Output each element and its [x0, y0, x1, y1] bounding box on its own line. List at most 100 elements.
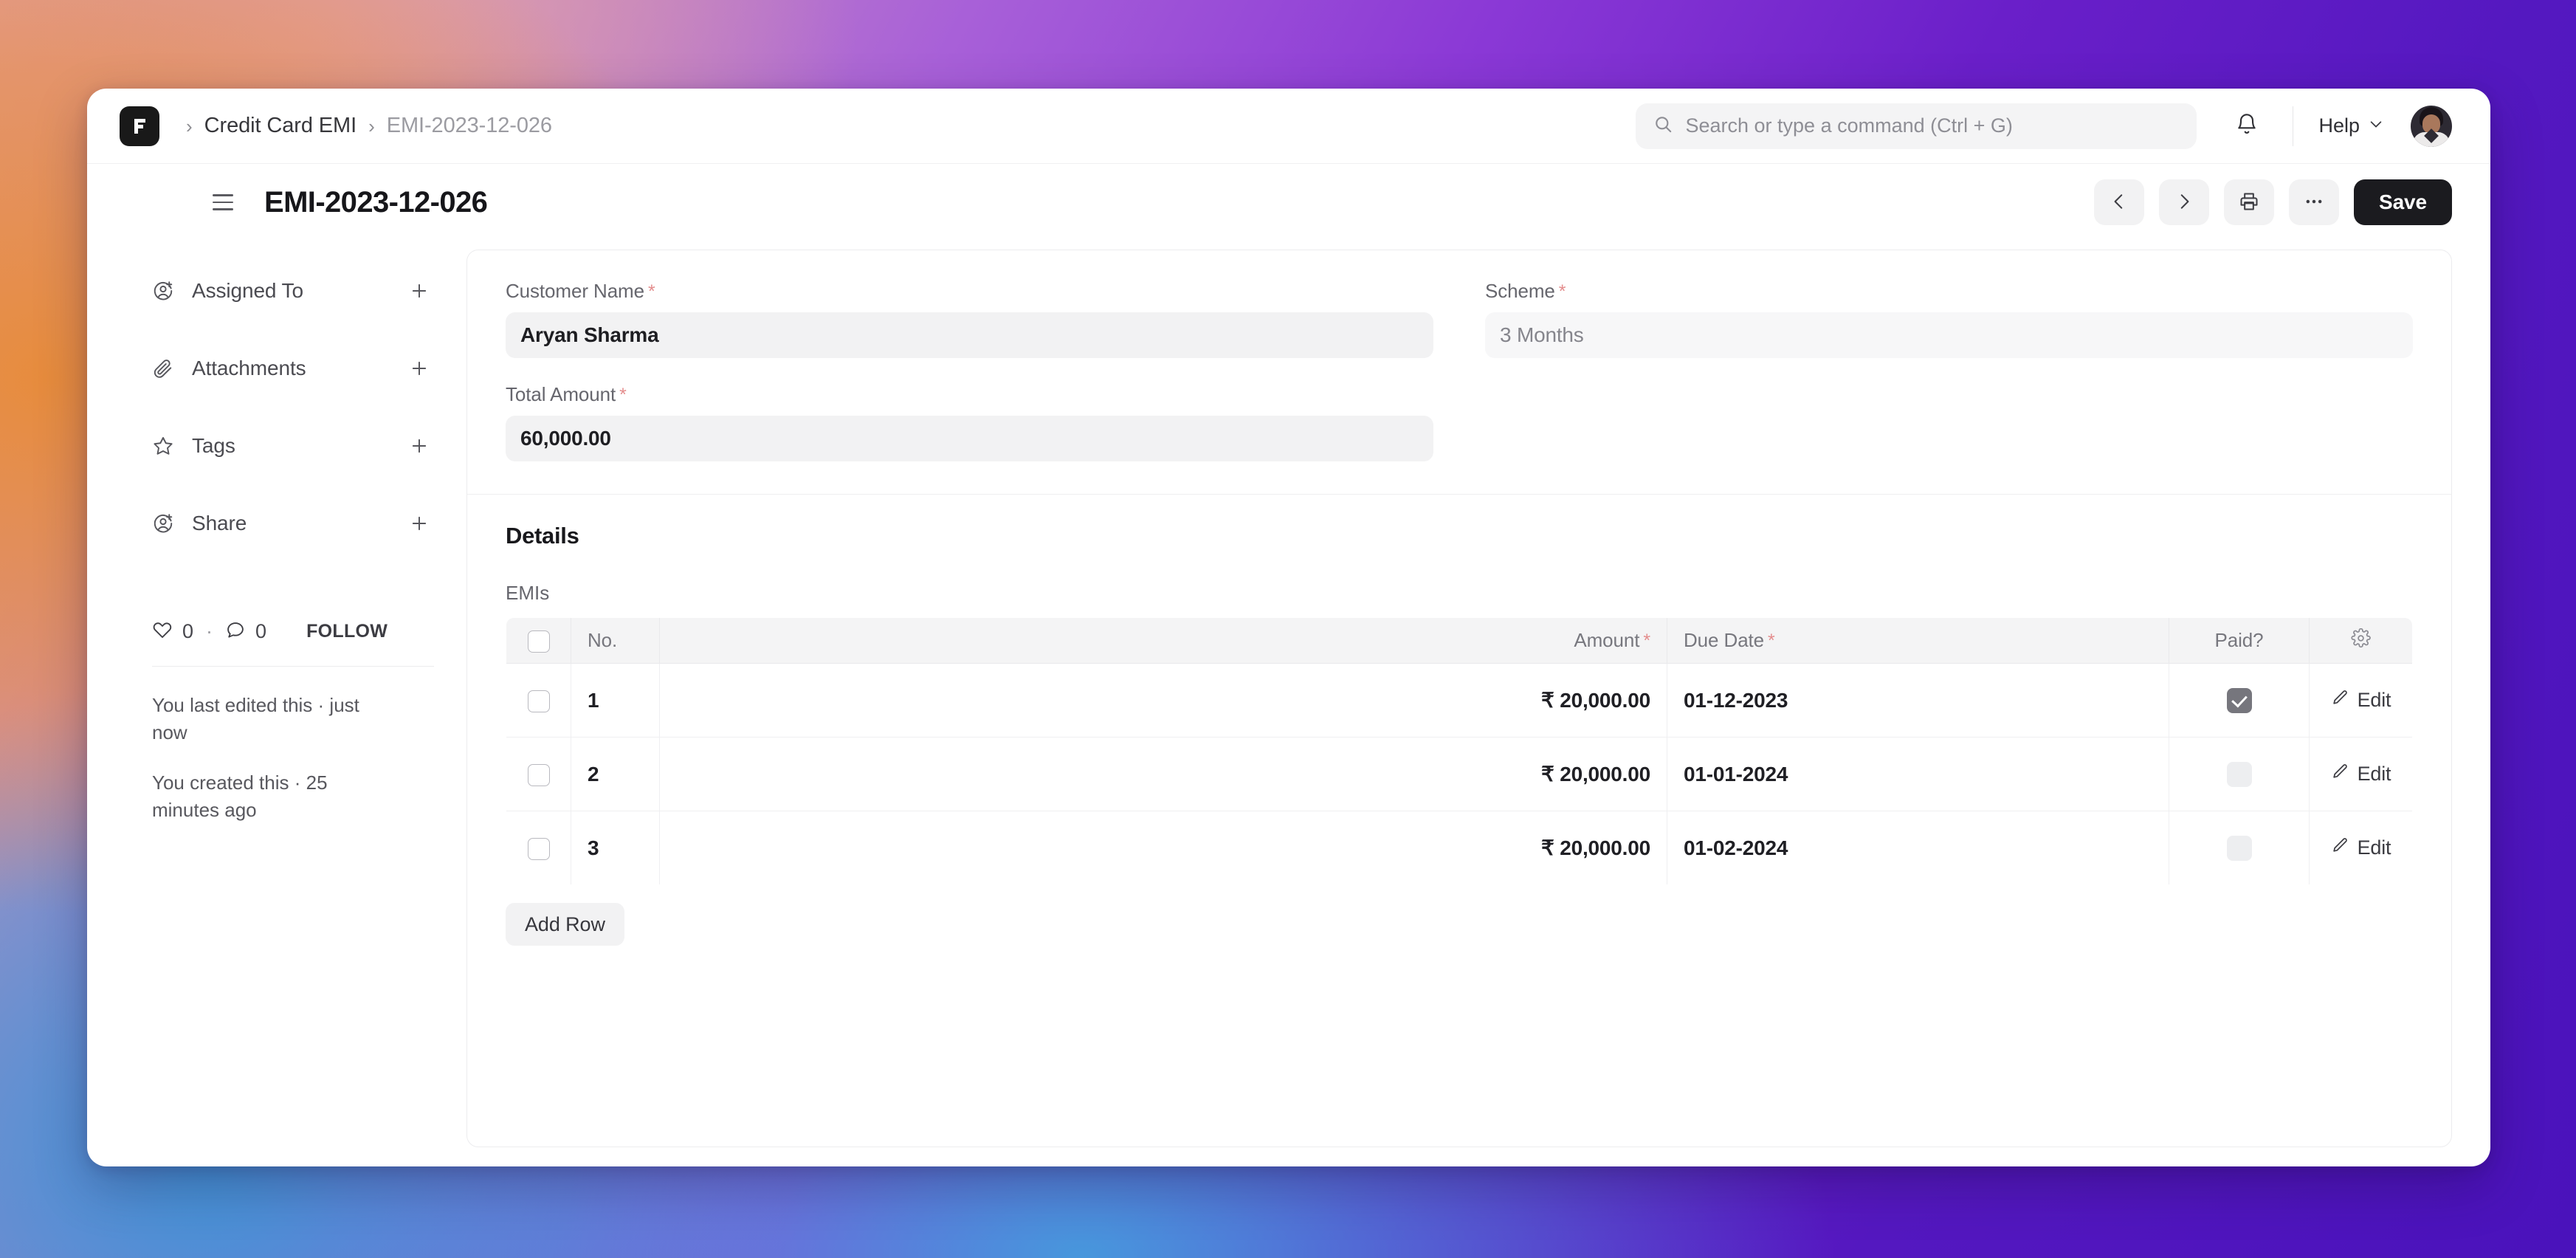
row-edit-cell[interactable]: Edit: [2309, 663, 2412, 738]
bell-icon: [2235, 112, 2259, 140]
header-due-date: Due Date *: [1667, 618, 2169, 664]
header-select-all: [506, 618, 571, 664]
edit-button[interactable]: Edit: [2310, 836, 2412, 860]
label-text: Scheme: [1485, 280, 1555, 302]
row-due-date[interactable]: 01-12-2023: [1667, 663, 2169, 738]
edit-label: Edit: [2357, 689, 2391, 711]
breadcrumb-item-credit-card-emi[interactable]: Credit Card EMI: [204, 114, 357, 138]
form-card: Customer Name* Total Amount*: [466, 250, 2452, 1147]
header-amount: Amount *: [659, 618, 1667, 664]
row-edit-cell[interactable]: Edit: [2309, 737, 2412, 811]
paid-checkbox[interactable]: [2226, 761, 2252, 787]
row-checkbox[interactable]: [527, 690, 550, 712]
sidebar-item-label: Assigned To: [192, 279, 303, 302]
navbar: › Credit Card EMI › EMI-2023-12-026 Sear…: [87, 89, 2490, 164]
header-settings: [2309, 618, 2412, 664]
row-due-date[interactable]: 01-01-2024: [1667, 737, 2169, 811]
printer-icon: [2239, 191, 2259, 214]
add-attachment-button[interactable]: [404, 354, 434, 383]
form-column-right: Scheme *: [1485, 280, 2413, 461]
edit-label: Edit: [2357, 763, 2391, 785]
social-stats: 0 · 0 FOLLOW: [152, 619, 434, 644]
help-menu-button[interactable]: Help: [2315, 109, 2387, 143]
row-paid-cell: [2169, 737, 2310, 811]
header-due-date-label: Due Date: [1684, 629, 1765, 651]
sidebar-item-label: Attachments: [192, 357, 306, 379]
sidebar-item-tags[interactable]: Tags: [152, 424, 434, 468]
total-amount-input[interactable]: [506, 416, 1433, 461]
row-amount[interactable]: ₹ 20,000.00: [659, 663, 1667, 738]
add-row-button[interactable]: Add Row: [506, 903, 624, 946]
sidebar-item-share[interactable]: Share: [152, 501, 434, 546]
sidebar-item-assigned-to[interactable]: Assigned To: [152, 269, 434, 313]
search-input[interactable]: [1685, 114, 2180, 137]
gear-icon[interactable]: [2351, 628, 2371, 653]
sidebar: Assigned To Attachments Tags Share 0 · 0…: [120, 241, 466, 1166]
header-no: No.: [571, 618, 660, 664]
avatar[interactable]: [2411, 105, 2452, 147]
add-share-button[interactable]: [404, 509, 434, 538]
required-asterisk: *: [1643, 630, 1650, 651]
row-checkbox[interactable]: [527, 837, 550, 860]
more-options-button[interactable]: [2289, 179, 2339, 225]
field-label: Customer Name *: [506, 280, 1433, 303]
row-amount[interactable]: ₹ 20,000.00: [659, 737, 1667, 811]
required-asterisk: *: [1768, 630, 1775, 651]
search-box[interactable]: [1636, 103, 2197, 149]
paperclip-icon: [152, 357, 180, 379]
table-head: No. Amount * Due Date * Paid?: [506, 618, 2412, 664]
table-row[interactable]: 1 ₹ 20,000.00 01-12-2023 Edit: [506, 663, 2412, 738]
form-section: Customer Name* Total Amount*: [467, 250, 2451, 495]
print-button[interactable]: [2224, 179, 2274, 225]
details-heading: Details: [506, 523, 579, 549]
sidebar-item-attachments[interactable]: Attachments: [152, 346, 434, 391]
previous-button[interactable]: [2094, 179, 2144, 225]
notifications-button[interactable]: [2223, 103, 2270, 150]
row-checkbox[interactable]: [527, 763, 550, 786]
search-icon: [1653, 114, 1673, 138]
label-text: Total Amount: [506, 383, 616, 405]
help-label: Help: [2318, 114, 2360, 137]
select-all-checkbox[interactable]: [527, 630, 550, 653]
follow-button[interactable]: FOLLOW: [306, 621, 388, 642]
sidebar-toggle-icon[interactable]: [213, 186, 245, 219]
next-button[interactable]: [2159, 179, 2209, 225]
created-text: You created this · 25 minutes ago: [152, 771, 328, 822]
heart-icon: [152, 619, 173, 644]
customer-name-input[interactable]: [506, 312, 1433, 358]
add-assigned-to-button[interactable]: [404, 276, 434, 306]
frappe-logo-icon[interactable]: [120, 106, 159, 146]
row-edit-cell[interactable]: Edit: [2310, 811, 2413, 885]
edit-button[interactable]: Edit: [2310, 689, 2412, 712]
table-body: 1 ₹ 20,000.00 01-12-2023 Edit 2 ₹ 20,000…: [506, 663, 2413, 885]
table-row[interactable]: 3 ₹ 20,000.00 01-02-2024 Edit: [506, 811, 2413, 885]
title-actions: Save: [2094, 179, 2452, 225]
like-button[interactable]: 0: [152, 619, 193, 644]
row-paid-cell: [2169, 811, 2310, 884]
comment-icon: [225, 619, 246, 644]
pencil-icon: [2331, 836, 2349, 860]
save-button[interactable]: Save: [2354, 179, 2452, 225]
scheme-input[interactable]: [1485, 312, 2413, 358]
field-customer-name: Customer Name *: [506, 280, 1433, 358]
header-amount-label: Amount: [1574, 629, 1640, 651]
ellipsis-icon: [2304, 191, 2324, 214]
body-area: Assigned To Attachments Tags Share 0 · 0…: [87, 241, 2490, 1166]
label-text: Customer Name: [506, 280, 644, 302]
row-due-date[interactable]: 01-02-2024: [1667, 811, 2169, 884]
paid-checkbox[interactable]: [2226, 835, 2252, 861]
header-paid: Paid?: [2169, 618, 2310, 664]
emis-grid-label: EMIs: [506, 582, 550, 604]
table-row[interactable]: 2 ₹ 20,000.00 01-01-2024 Edit: [506, 737, 2412, 811]
paid-checkbox[interactable]: [2226, 687, 2252, 713]
row-paid-cell: [2169, 663, 2310, 738]
row-select-cell: [506, 811, 571, 884]
breadcrumb-item-current: EMI-2023-12-026: [386, 114, 552, 137]
edit-button[interactable]: Edit: [2310, 763, 2412, 786]
comment-button[interactable]: 0: [225, 619, 266, 644]
row-amount[interactable]: ₹ 20,000.00: [659, 811, 1667, 884]
add-tag-button[interactable]: [404, 431, 434, 461]
breadcrumb: › Credit Card EMI › EMI-2023-12-026: [174, 114, 552, 138]
chevron-right-icon: [2174, 192, 2194, 213]
like-count: 0: [182, 620, 194, 642]
